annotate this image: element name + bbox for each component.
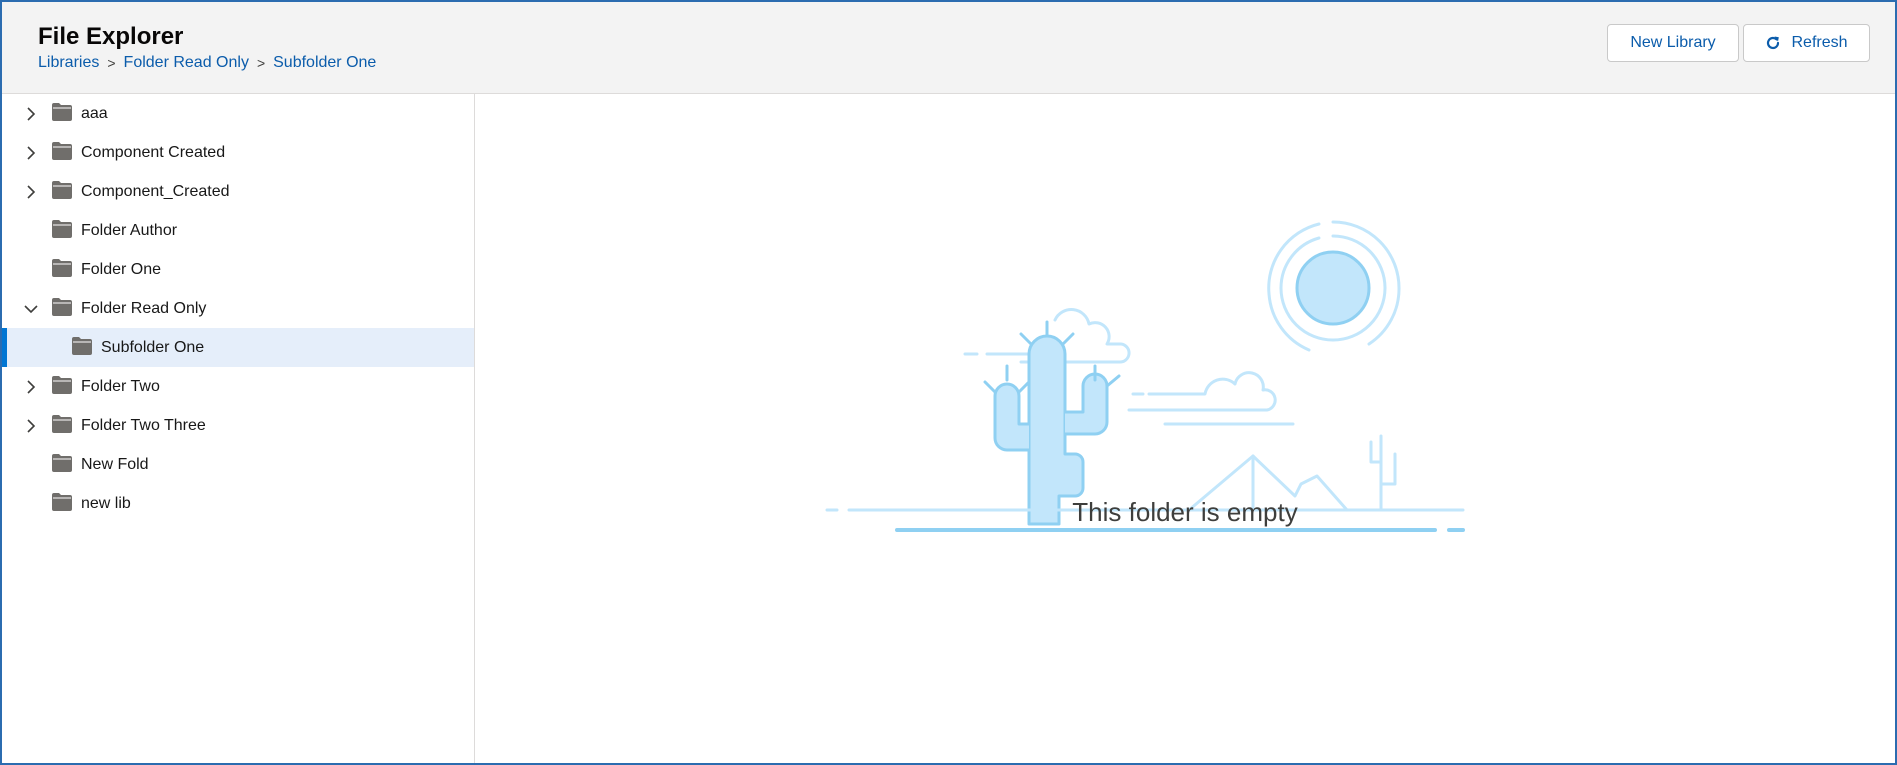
tree-item-label: Folder Two Three	[81, 417, 206, 434]
chevron-right-icon[interactable]	[24, 107, 38, 121]
tree-item-label: New Fold	[81, 456, 149, 473]
folder-icon	[52, 454, 72, 472]
tree-item[interactable]: Folder One	[2, 250, 474, 289]
tree-item[interactable]: Folder Author	[2, 211, 474, 250]
sun-icon	[1295, 250, 1371, 326]
tree-item[interactable]: new lib	[2, 484, 474, 523]
file-explorer-window: File Explorer Libraries > Folder Read On…	[2, 2, 1895, 763]
header: File Explorer Libraries > Folder Read On…	[2, 2, 1895, 94]
tree-item-label: aaa	[81, 105, 108, 122]
tree-item[interactable]: aaa	[2, 94, 474, 133]
breadcrumb-libraries[interactable]: Libraries	[38, 54, 99, 72]
new-library-button[interactable]: New Library	[1607, 24, 1739, 62]
chevron-right-icon[interactable]	[24, 380, 38, 394]
tree-item-label: new lib	[81, 495, 131, 512]
tree-item[interactable]: Subfolder One	[2, 328, 474, 367]
folder-icon	[52, 181, 72, 199]
page-title: File Explorer	[38, 23, 184, 50]
tree-item[interactable]: Folder Two Three	[2, 406, 474, 445]
breadcrumb-folder-read-only[interactable]: Folder Read Only	[124, 54, 249, 72]
tree-item[interactable]: Component Created	[2, 133, 474, 172]
folder-icon	[52, 376, 72, 394]
tree-item[interactable]: Folder Read Only	[2, 289, 474, 328]
tree-item-label: Folder Author	[81, 222, 178, 239]
folder-icon	[72, 337, 92, 355]
breadcrumb: Libraries > Folder Read Only > Subfolder…	[38, 54, 376, 72]
tree-item-label: Component Created	[81, 144, 226, 161]
refresh-label: Refresh	[1791, 34, 1848, 51]
tree-item-label: Component_Created	[81, 183, 230, 200]
folder-icon	[52, 493, 72, 511]
folder-icon	[52, 298, 72, 316]
tree-item[interactable]: New Fold	[2, 445, 474, 484]
folder-tree: aaa Component Created Component_Created Fol…	[2, 94, 475, 763]
chevron-down-icon[interactable]	[24, 302, 38, 316]
chevron-right-icon[interactable]	[24, 419, 38, 433]
tree-item-label: Folder Read Only	[81, 300, 207, 317]
folder-icon	[52, 220, 72, 238]
folder-icon	[52, 103, 72, 121]
tree-item[interactable]: Component_Created	[2, 172, 474, 211]
tree-item[interactable]: Folder Two	[2, 367, 474, 406]
refresh-icon	[1767, 36, 1780, 50]
new-library-label: New Library	[1630, 34, 1716, 51]
folder-icon	[52, 142, 72, 160]
breadcrumb-separator: >	[107, 55, 116, 71]
chevron-right-icon[interactable]	[24, 185, 38, 199]
main-content: This folder is empty	[475, 94, 1895, 763]
folder-icon	[52, 259, 72, 277]
tree-list: aaa Component Created Component_Created Fol…	[2, 94, 474, 523]
breadcrumb-separator: >	[256, 55, 266, 71]
tree-item-label: Folder Two	[81, 378, 160, 395]
breadcrumb-subfolder-one[interactable]: Subfolder One	[273, 54, 376, 72]
chevron-right-icon[interactable]	[24, 146, 38, 160]
tree-item-label: Subfolder One	[101, 339, 205, 356]
empty-folder-message: This folder is empty	[1072, 497, 1298, 527]
refresh-button[interactable]: Refresh	[1743, 24, 1870, 62]
tree-item-label: Folder One	[81, 261, 162, 278]
folder-icon	[52, 415, 72, 433]
